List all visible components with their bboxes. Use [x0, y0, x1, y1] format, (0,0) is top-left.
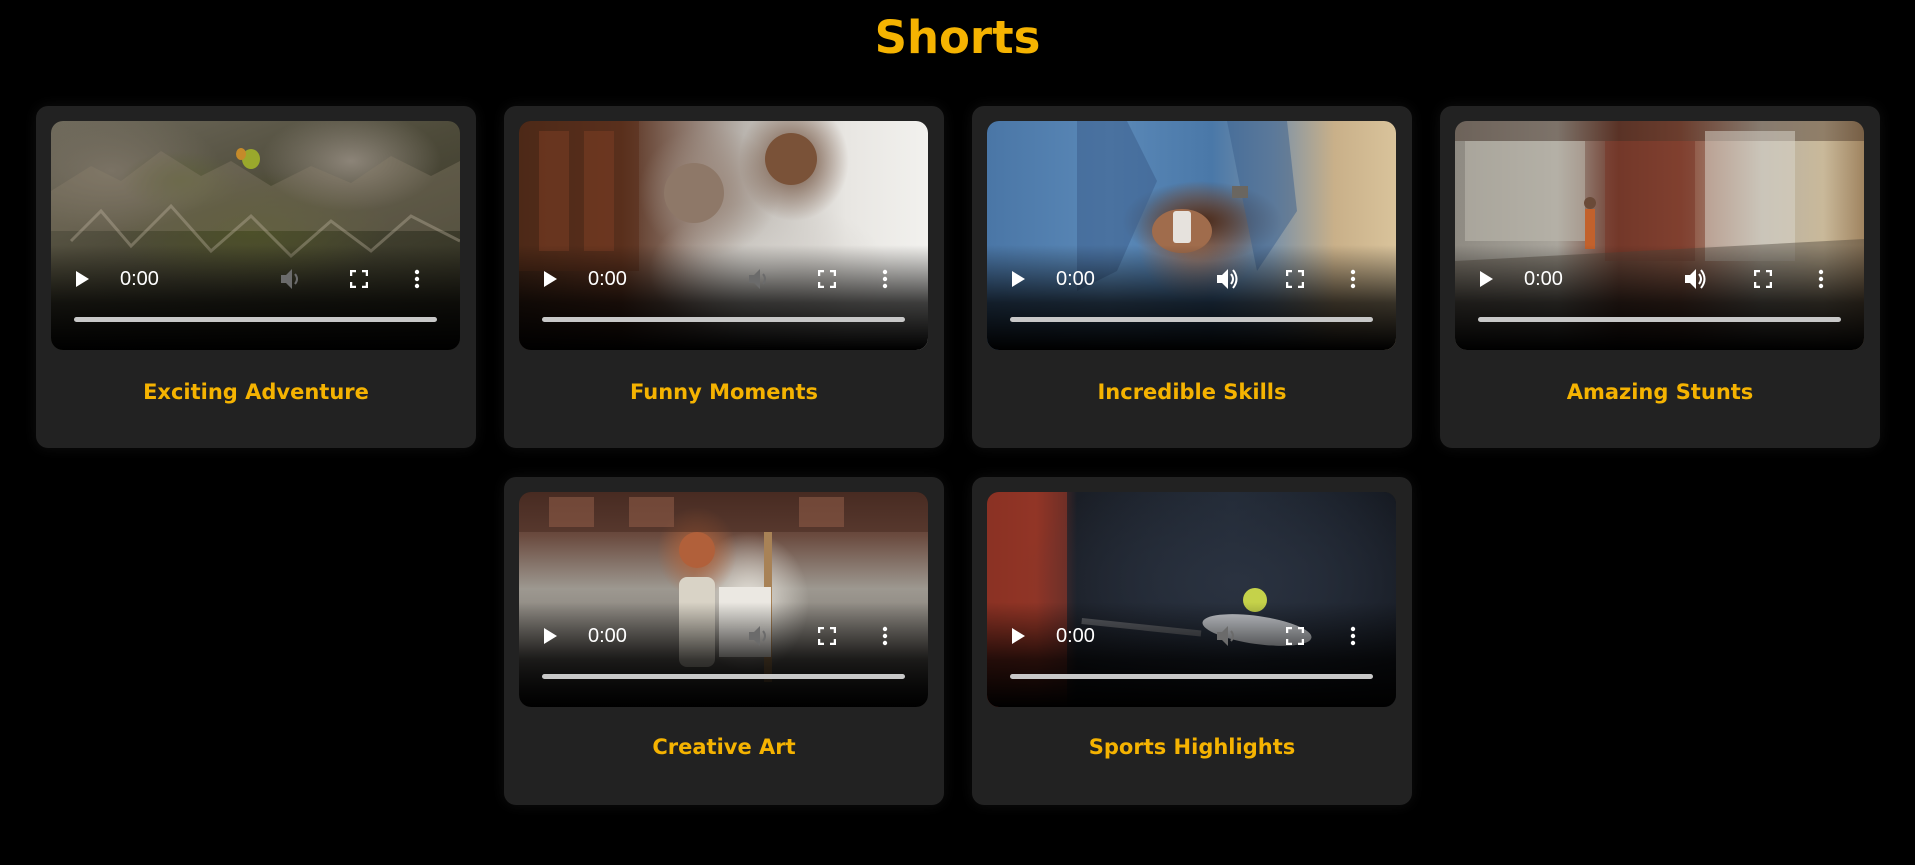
fullscreen-button[interactable]: [1282, 621, 1308, 651]
video-card: 0:00 Creative Art: [504, 477, 944, 805]
play-icon: [76, 271, 89, 287]
video-controls: 0:00: [987, 264, 1396, 294]
mute-button[interactable]: [1214, 264, 1242, 294]
play-icon: [544, 628, 557, 644]
video-title[interactable]: Creative Art: [504, 735, 944, 759]
current-time: 0:00: [588, 267, 627, 290]
page: Shorts 0:00 Exciting Adventure 0:00 Funn…: [0, 0, 1915, 865]
more-options-button[interactable]: [879, 621, 891, 651]
fullscreen-icon: [1286, 627, 1304, 645]
more-vertical-icon: [882, 269, 888, 289]
video-controls: 0:00: [987, 621, 1396, 651]
controls-gradient: [1455, 245, 1864, 350]
controls-gradient: [519, 602, 928, 707]
controls-gradient: [519, 245, 928, 350]
more-options-button[interactable]: [1347, 264, 1359, 294]
play-button[interactable]: [1007, 264, 1029, 294]
mute-button[interactable]: [1682, 264, 1710, 294]
fullscreen-icon: [350, 270, 368, 288]
play-icon: [1012, 271, 1025, 287]
more-options-button[interactable]: [879, 264, 891, 294]
video-player[interactable]: 0:00: [519, 121, 928, 350]
more-options-button[interactable]: [1815, 264, 1827, 294]
mute-button[interactable]: [746, 264, 774, 294]
play-button[interactable]: [71, 264, 93, 294]
video-title[interactable]: Sports Highlights: [972, 735, 1412, 759]
seek-bar[interactable]: [1478, 317, 1841, 322]
current-time: 0:00: [1524, 267, 1563, 290]
video-card: 0:00 Exciting Adventure: [36, 106, 476, 448]
play-button[interactable]: [1475, 264, 1497, 294]
video-player[interactable]: 0:00: [987, 121, 1396, 350]
current-time: 0:00: [120, 267, 159, 290]
play-icon: [1012, 628, 1025, 644]
video-player[interactable]: 0:00: [51, 121, 460, 350]
more-vertical-icon: [1350, 626, 1356, 646]
fullscreen-icon: [818, 270, 836, 288]
volume-icon: [1217, 269, 1238, 289]
video-card: 0:00 Incredible Skills: [972, 106, 1412, 448]
seek-bar[interactable]: [1010, 317, 1373, 322]
current-time: 0:00: [1056, 267, 1095, 290]
video-title[interactable]: Exciting Adventure: [36, 380, 476, 404]
seek-bar[interactable]: [542, 674, 905, 679]
video-player[interactable]: 0:00: [519, 492, 928, 707]
more-vertical-icon: [414, 269, 420, 289]
video-controls: 0:00: [1455, 264, 1864, 294]
fullscreen-button[interactable]: [814, 264, 840, 294]
current-time: 0:00: [1056, 624, 1095, 647]
play-icon: [544, 271, 557, 287]
play-button[interactable]: [539, 621, 561, 651]
video-controls: 0:00: [51, 264, 460, 294]
play-icon: [1480, 271, 1493, 287]
volume-icon: [1685, 269, 1706, 289]
video-title[interactable]: Funny Moments: [504, 380, 944, 404]
video-card: 0:00 Sports Highlights: [972, 477, 1412, 805]
current-time: 0:00: [588, 624, 627, 647]
volume-muted-icon: [281, 269, 298, 289]
controls-gradient: [987, 602, 1396, 707]
fullscreen-icon: [1754, 270, 1772, 288]
video-controls: 0:00: [519, 264, 928, 294]
fullscreen-icon: [818, 627, 836, 645]
fullscreen-icon: [1286, 270, 1304, 288]
fullscreen-button[interactable]: [814, 621, 840, 651]
video-title[interactable]: Amazing Stunts: [1440, 380, 1880, 404]
volume-muted-icon: [749, 626, 766, 646]
more-options-button[interactable]: [411, 264, 423, 294]
more-vertical-icon: [882, 626, 888, 646]
video-player[interactable]: 0:00: [1455, 121, 1864, 350]
controls-gradient: [51, 245, 460, 350]
volume-muted-icon: [1217, 626, 1234, 646]
video-controls: 0:00: [519, 621, 928, 651]
mute-button[interactable]: [1214, 621, 1242, 651]
page-title: Shorts: [874, 11, 1041, 64]
more-vertical-icon: [1350, 269, 1356, 289]
video-card: 0:00 Amazing Stunts: [1440, 106, 1880, 448]
fullscreen-button[interactable]: [346, 264, 372, 294]
volume-muted-icon: [749, 269, 766, 289]
seek-bar[interactable]: [74, 317, 437, 322]
controls-gradient: [987, 245, 1396, 350]
video-card: 0:00 Funny Moments: [504, 106, 944, 448]
more-vertical-icon: [1818, 269, 1824, 289]
video-title[interactable]: Incredible Skills: [972, 380, 1412, 404]
play-button[interactable]: [1007, 621, 1029, 651]
more-options-button[interactable]: [1347, 621, 1359, 651]
fullscreen-button[interactable]: [1282, 264, 1308, 294]
mute-button[interactable]: [746, 621, 774, 651]
mute-button[interactable]: [278, 264, 306, 294]
fullscreen-button[interactable]: [1750, 264, 1776, 294]
seek-bar[interactable]: [1010, 674, 1373, 679]
video-player[interactable]: 0:00: [987, 492, 1396, 707]
seek-bar[interactable]: [542, 317, 905, 322]
play-button[interactable]: [539, 264, 561, 294]
